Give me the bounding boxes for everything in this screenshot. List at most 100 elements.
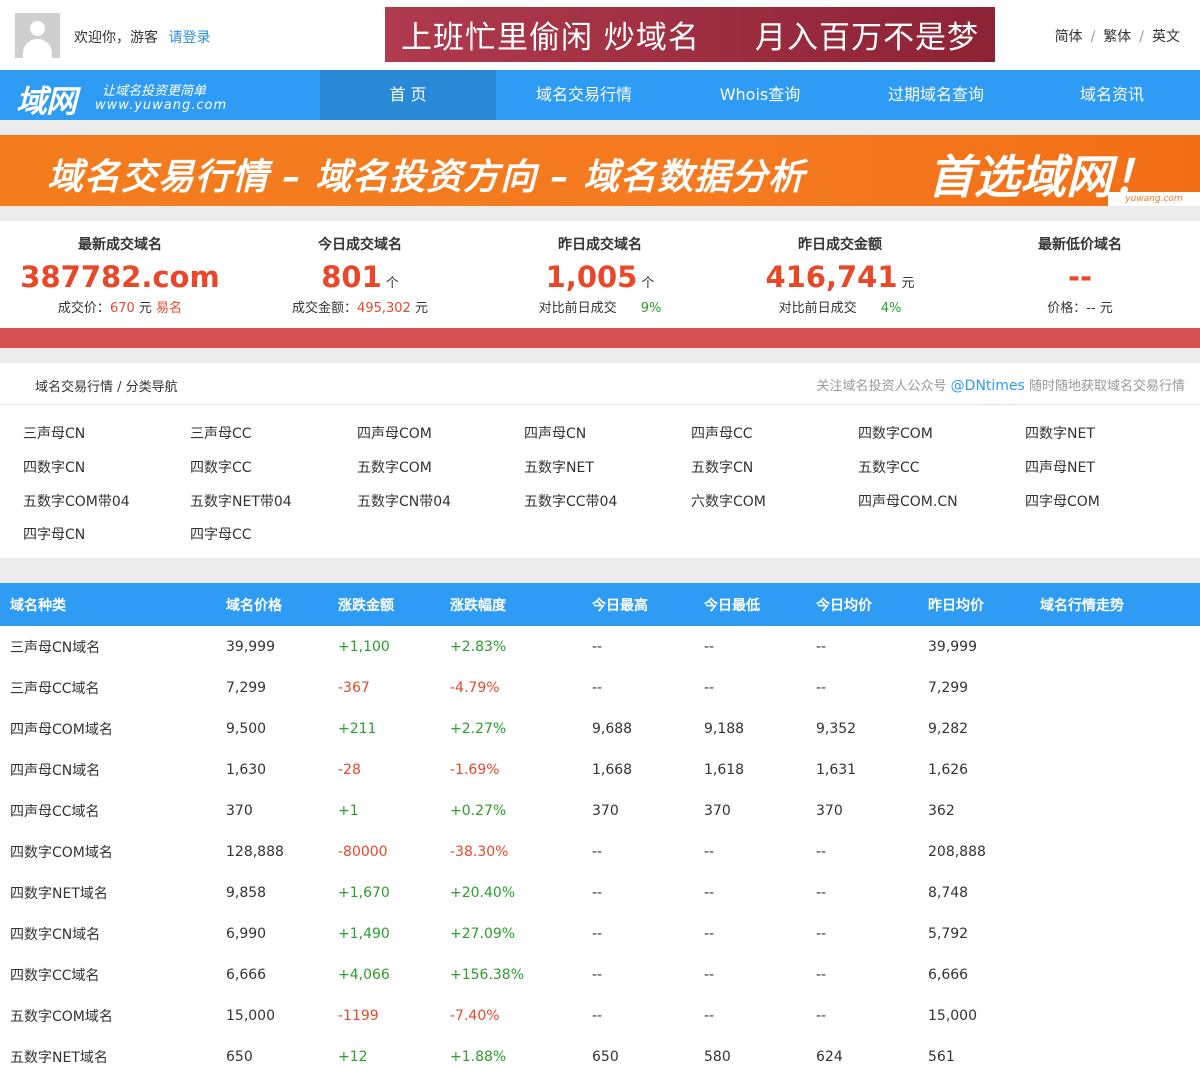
trend-cell[interactable] — [1030, 708, 1200, 749]
yesterday-avg-cell: 9,282 — [928, 720, 969, 737]
domain-type-cell[interactable]: 四数字NET域名 — [0, 872, 216, 913]
domain-type-cell[interactable]: 四声母COM域名 — [0, 708, 216, 749]
stat-label: 最新低价域名 — [1038, 237, 1122, 253]
domain-type-cell[interactable]: 四数字COM域名 — [0, 831, 216, 872]
trend-cell[interactable] — [1030, 1036, 1200, 1077]
language-switcher: 简体 / 繁体 / 英文 — [1055, 26, 1180, 46]
category-link[interactable]: 四声母NET — [1025, 457, 1192, 488]
category-link[interactable]: 四数字CC — [190, 457, 357, 488]
category-link[interactable]: 三声母CC — [190, 423, 357, 454]
category-link[interactable]: 五数字COM带04 — [23, 491, 190, 522]
category-link[interactable]: 四声母CC — [691, 423, 858, 454]
category-link[interactable]: 四字母COM — [1025, 491, 1192, 522]
category-link[interactable]: 四声母CN — [524, 423, 691, 454]
category-link[interactable]: 五数字NET带04 — [190, 491, 357, 522]
category-link[interactable]: 四字母CN — [23, 524, 190, 555]
wechat-handle[interactable]: @DNtimes — [951, 378, 1025, 394]
site-logo[interactable]: 域网 让域名投资更简单 www.yuwang.com — [16, 76, 226, 121]
today-high-cell: -- — [592, 843, 603, 860]
domain-type-cell[interactable]: 四声母CN域名 — [0, 749, 216, 790]
table-row[interactable]: 四声母CN域名 1,630 -28 -1.69% 1,668 1,618 1,631 1,62… — [0, 749, 1200, 790]
price-cell: 9,500 — [226, 720, 267, 737]
trend-cell[interactable] — [1030, 626, 1200, 667]
user-avatar-icon[interactable] — [15, 13, 60, 58]
yesterday-avg-cell: 561 — [928, 1048, 955, 1065]
change-percent-cell: +2.83% — [450, 638, 507, 655]
category-link[interactable]: 五数字CN — [691, 457, 858, 488]
welcome-text: 欢迎你，游客 — [74, 30, 158, 46]
table-row[interactable]: 四声母COM域名 9,500 +211 +2.27% 9,688 9,188 9,352 9,… — [0, 708, 1200, 749]
lang-simplified[interactable]: 简体 — [1055, 29, 1083, 45]
trend-cell[interactable] — [1030, 954, 1200, 995]
table-row[interactable]: 四声母CC域名 370 +1 +0.27% 370 370 370 362 — [0, 790, 1200, 831]
column-header: 域名种类 — [10, 597, 66, 614]
change-amount-cell: -367 — [338, 679, 370, 696]
table-row[interactable]: 四数字CN域名 6,990 +1,490 +27.09% -- -- -- 5,792 — [0, 913, 1200, 954]
nav-item-news[interactable]: 域名资讯 — [1024, 70, 1200, 120]
price-cell: 6,666 — [226, 966, 267, 983]
top-ad-banner[interactable]: 上班忙里偷闲 炒域名 月入百万不是梦 — [385, 7, 995, 62]
nav-items: 首 页 域名交易行情 Whois查询 过期域名查询 域名资讯 — [320, 70, 1200, 120]
stat-value[interactable]: 387782.com — [20, 260, 219, 294]
lang-traditional[interactable]: 繁体 — [1103, 29, 1131, 45]
domain-type-cell[interactable]: 四数字CC域名 — [0, 954, 216, 995]
nav-item-market[interactable]: 域名交易行情 — [496, 70, 672, 120]
category-link[interactable]: 五数字CC带04 — [524, 491, 691, 522]
category-link[interactable]: 四数字NET — [1025, 423, 1192, 454]
trend-cell[interactable] — [1030, 667, 1200, 708]
nav-item-whois[interactable]: Whois查询 — [672, 70, 848, 120]
domain-type-cell[interactable]: 五数字NET域名 — [0, 1036, 216, 1077]
promo-banner[interactable]: 域名交易行情 – 域名投资方向 – 域名数据分析 首选域网！ yuwang.co… — [0, 135, 1200, 206]
lang-english[interactable]: 英文 — [1152, 29, 1180, 45]
trend-cell[interactable] — [1030, 872, 1200, 913]
today-high-cell: -- — [592, 884, 603, 901]
stat-sub-prefix: 价格：-- 元 — [1047, 301, 1113, 316]
table-row[interactable]: 五数字NET域名 650 +12 +1.88% 650 580 624 561 — [0, 1036, 1200, 1077]
category-link[interactable]: 五数字COM — [357, 457, 524, 488]
stat-sub: 成交价：670 元 易名 — [0, 297, 240, 316]
category-link[interactable]: 四声母COM — [357, 423, 524, 454]
trend-cell[interactable] — [1030, 790, 1200, 831]
category-link[interactable]: 五数字CC — [858, 457, 1025, 488]
today-high-cell: -- — [592, 638, 603, 655]
stat-sub: 价格：-- 元 — [960, 297, 1200, 316]
change-amount-cell: -28 — [338, 761, 361, 778]
table-row[interactable]: 三声母CC域名 7,299 -367 -4.79% -- -- -- 7,299 — [0, 667, 1200, 708]
table-row[interactable]: 五数字COM域名 15,000 -1199 -7.40% -- -- -- 15,000 — [0, 995, 1200, 1036]
domain-type-cell[interactable]: 三声母CN域名 — [0, 626, 216, 667]
category-link[interactable]: 四数字COM — [858, 423, 1025, 454]
domain-type-cell[interactable]: 四数字CN域名 — [0, 913, 216, 954]
banner-area: 域名交易行情 – 域名投资方向 – 域名数据分析 首选域网！ yuwang.co… — [0, 120, 1200, 221]
today-avg-cell: -- — [816, 843, 827, 860]
category-link[interactable]: 四字母CC — [190, 524, 357, 555]
category-link[interactable]: 四数字CN — [23, 457, 190, 488]
stat-registrar[interactable]: 易名 — [156, 301, 182, 316]
change-amount-cell: +1,100 — [338, 638, 390, 655]
login-link[interactable]: 请登录 — [168, 30, 210, 46]
stat-value-row: -- — [960, 260, 1200, 294]
category-link[interactable]: 五数字CN带04 — [357, 491, 524, 522]
yesterday-avg-cell: 208,888 — [928, 843, 986, 860]
trend-cell[interactable] — [1030, 913, 1200, 954]
domain-type-cell[interactable]: 三声母CC域名 — [0, 667, 216, 708]
category-link[interactable]: 三声母CN — [23, 423, 190, 454]
domain-type-cell[interactable]: 五数字COM域名 — [0, 995, 216, 1036]
domain-type-cell[interactable]: 四声母CC域名 — [0, 790, 216, 831]
table-row[interactable]: 四数字CC域名 6,666 +4,066 +156.38% -- -- -- 6,666 — [0, 954, 1200, 995]
change-amount-cell: +4,066 — [338, 966, 390, 983]
category-link[interactable]: 五数字NET — [524, 457, 691, 488]
table-row[interactable]: 四数字COM域名 128,888 -80000 -38.30% -- -- -- 208,88… — [0, 831, 1200, 872]
today-high-cell: 370 — [592, 802, 619, 819]
nav-item-expired[interactable]: 过期域名查询 — [848, 70, 1024, 120]
trend-cell[interactable] — [1030, 995, 1200, 1036]
table-row[interactable]: 四数字NET域名 9,858 +1,670 +20.40% -- -- -- 8,748 — [0, 872, 1200, 913]
category-link[interactable]: 四声母COM.CN — [858, 491, 1025, 522]
change-percent-cell: -7.40% — [450, 1007, 500, 1024]
nav-item-home[interactable]: 首 页 — [320, 70, 496, 120]
trend-cell[interactable] — [1030, 831, 1200, 872]
category-link[interactable]: 六数字COM — [691, 491, 858, 522]
trend-cell[interactable] — [1030, 749, 1200, 790]
table-row[interactable]: 三声母CN域名 39,999 +1,100 +2.83% -- -- -- 39,999 — [0, 626, 1200, 667]
price-cell: 650 — [226, 1048, 253, 1065]
follow-suffix: 随时随地获取域名交易行情 — [1024, 379, 1185, 394]
